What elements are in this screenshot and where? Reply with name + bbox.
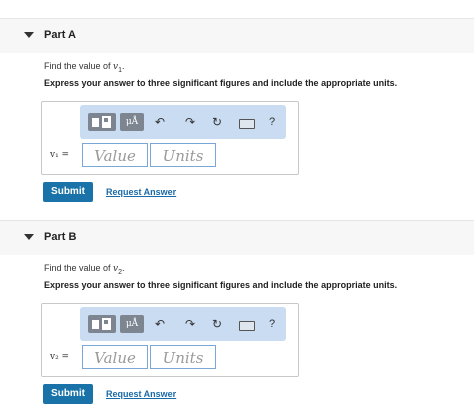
part-a-units-input[interactable]: Units (150, 143, 216, 167)
part-b-var-label: v₂ = (50, 352, 70, 362)
keyboard-icon[interactable] (236, 113, 258, 131)
part-a-instruction: Express your answer to three significant… (44, 78, 398, 88)
part-b-value-input[interactable]: Value (82, 345, 148, 369)
part-a-prompt: Find the value of v1. (44, 61, 125, 74)
units-icon[interactable]: μÅ (120, 315, 144, 333)
part-a-var-label: v₁ = (50, 150, 70, 160)
undo-icon[interactable]: ↶ (152, 113, 168, 131)
units-icon[interactable]: μÅ (120, 113, 144, 131)
part-a-answer-box: μÅ ↶ ↷ ↻ ? v₁ = Value Units (41, 101, 299, 175)
help-icon[interactable]: ? (264, 315, 280, 333)
keyboard-icon[interactable] (236, 315, 258, 333)
part-a-header[interactable]: Part A (0, 18, 474, 53)
part-b-submit-button[interactable]: Submit (43, 384, 93, 404)
redo-icon[interactable]: ↷ (182, 315, 198, 333)
caret-down-icon[interactable] (24, 234, 34, 240)
part-b-instruction: Express your answer to three significant… (44, 280, 398, 290)
reset-icon[interactable]: ↻ (209, 113, 225, 131)
part-a-toolbar: μÅ ↶ ↷ ↻ ? (80, 105, 286, 139)
reset-icon[interactable]: ↻ (209, 315, 225, 333)
part-b-answer-box: μÅ ↶ ↷ ↻ ? v₂ = Value Units (41, 303, 299, 377)
part-b-title: Part B (44, 231, 77, 243)
part-a-title: Part A (44, 29, 76, 41)
redo-icon[interactable]: ↷ (182, 113, 198, 131)
help-icon[interactable]: ? (264, 113, 280, 131)
part-b-prompt: Find the value of v2. (44, 263, 125, 276)
templates-icon[interactable] (88, 113, 116, 131)
caret-down-icon[interactable] (24, 32, 34, 38)
part-a-submit-button[interactable]: Submit (43, 182, 93, 202)
part-b-header[interactable]: Part B (0, 220, 474, 255)
templates-icon[interactable] (88, 315, 116, 333)
part-b-units-input[interactable]: Units (150, 345, 216, 369)
part-a-request-answer-link[interactable]: Request Answer (106, 187, 176, 197)
part-b-toolbar: μÅ ↶ ↷ ↻ ? (80, 307, 286, 341)
undo-icon[interactable]: ↶ (152, 315, 168, 333)
part-a-value-input[interactable]: Value (82, 143, 148, 167)
part-b-request-answer-link[interactable]: Request Answer (106, 389, 176, 399)
